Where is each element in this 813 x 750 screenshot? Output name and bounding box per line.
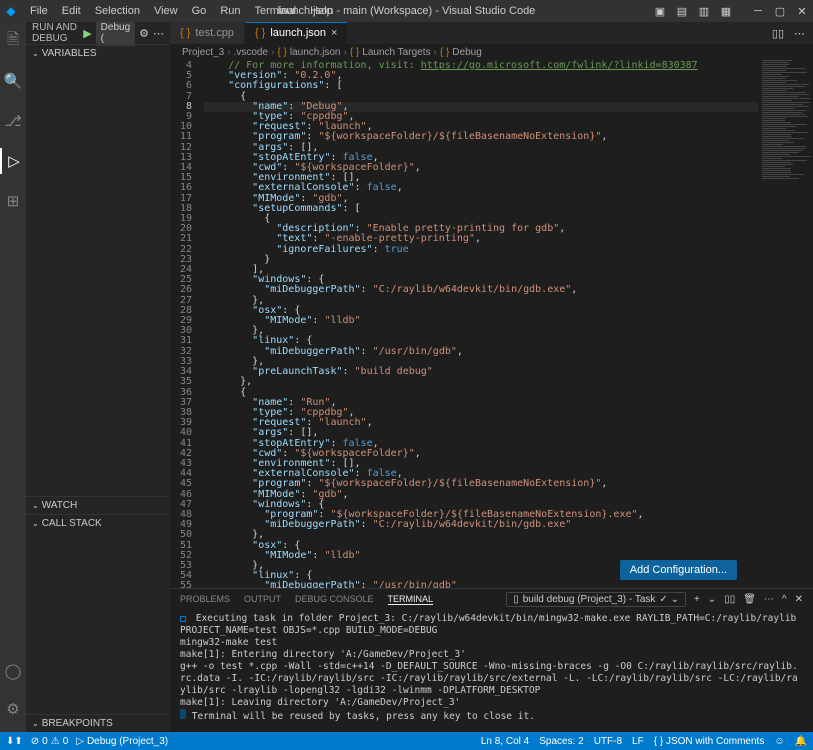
layout-sidebar-left-icon[interactable]: ▣	[649, 0, 671, 22]
breadcrumb-icon: { }	[277, 47, 286, 58]
panel-tab-output[interactable]: OUTPUT	[244, 594, 281, 604]
breadcrumb-item[interactable]: Launch Targets	[362, 47, 430, 58]
breakpoints-section[interactable]: ⌄BREAKPOINTS	[26, 715, 170, 732]
breadcrumb-item[interactable]: Project_3	[182, 47, 224, 58]
close-button[interactable]: ✕	[791, 0, 813, 22]
breadcrumb-item[interactable]: Debug	[452, 47, 481, 58]
close-panel-icon[interactable]: ✕	[795, 594, 803, 605]
cursor-position[interactable]: Ln 8, Col 4	[481, 736, 529, 747]
more-actions-icon[interactable]: ⋯	[153, 27, 164, 40]
menu-selection[interactable]: Selection	[89, 3, 146, 19]
search-icon[interactable]: 🔍	[0, 68, 26, 94]
editor-tabs: { }test.cpp{ }launch.json× ▯▯ ⋯	[170, 22, 813, 44]
editor-more-icon[interactable]: ⋯	[794, 27, 805, 40]
split-terminal-icon[interactable]: ▯▯	[724, 594, 735, 605]
accounts-icon[interactable]: ◯	[0, 658, 26, 684]
close-tab-icon[interactable]: ×	[331, 27, 337, 39]
kill-terminal-icon[interactable]: 🗑	[743, 594, 756, 605]
layout-customize-icon[interactable]: ▦	[715, 0, 737, 22]
layout-sidebar-right-icon[interactable]: ▥	[693, 0, 715, 22]
sidebar-title: RUN AND DEBUG	[32, 22, 83, 44]
debug-target[interactable]: ▷ Debug (Project_3)	[76, 736, 168, 747]
minimap[interactable]	[758, 60, 813, 588]
breadcrumbs[interactable]: Project_3›.vscode›{ }launch.json›{ }Laun…	[170, 44, 813, 60]
tab-test-cpp[interactable]: { }test.cpp	[170, 22, 245, 44]
file-icon: { }	[180, 27, 190, 39]
settings-gear-icon[interactable]: ⚙	[0, 696, 26, 722]
eol[interactable]: LF	[632, 736, 644, 747]
language-mode[interactable]: { } JSON with Comments	[654, 736, 765, 747]
status-bar: ⬇⬆ ⊘ 0 ⚠ 0 ▷ Debug (Project_3) Ln 8, Col…	[0, 732, 813, 750]
code-editor[interactable]: 4567891011121314151617181920212223242526…	[170, 60, 813, 588]
breadcrumb-icon: { }	[440, 47, 449, 58]
config-gear-icon[interactable]: ⚙	[139, 27, 149, 40]
debug-config-select[interactable]: Debug (	[96, 20, 135, 46]
notifications-icon[interactable]: 🔔	[795, 736, 807, 747]
remote-indicator[interactable]: ⬇⬆	[6, 736, 23, 747]
maximize-panel-icon[interactable]: ^	[782, 594, 787, 605]
terminal-task-select[interactable]: ▯ build debug (Project_3) - Task ✓ ⌄	[506, 592, 686, 607]
minimize-button[interactable]: ─	[747, 0, 769, 22]
menu-go[interactable]: Go	[186, 3, 213, 19]
bottom-panel: PROBLEMS OUTPUT DEBUG CONSOLE TERMINAL ▯ bu…	[170, 588, 813, 732]
panel-tab-problems[interactable]: PROBLEMS	[180, 594, 230, 604]
debug-sidebar: RUN AND DEBUG ▶ Debug ( ⚙ ⋯ ⌄VARIABLES ⌄…	[26, 22, 170, 732]
watch-section[interactable]: ⌄WATCH	[26, 497, 170, 514]
run-debug-icon[interactable]: ▷	[0, 148, 26, 174]
panel-tab-debug-console[interactable]: DEBUG CONSOLE	[295, 594, 374, 604]
callstack-section[interactable]: ⌄CALL STACK	[26, 515, 170, 532]
vscode-logo: ◆	[0, 4, 22, 18]
activity-bar: 🗎 🔍 ⎇ ▷ ⊞ ◯ ⚙	[0, 22, 26, 732]
encoding[interactable]: UTF-8	[594, 736, 622, 747]
menu-file[interactable]: File	[24, 3, 54, 19]
breadcrumb-item[interactable]: launch.json	[290, 47, 341, 58]
extensions-icon[interactable]: ⊞	[0, 188, 26, 214]
terminal-output[interactable]: Executing task in folder Project_3: C:/r…	[170, 609, 813, 732]
breadcrumb-item[interactable]: .vscode	[234, 47, 268, 58]
panel-more-icon[interactable]: ⋯	[764, 594, 774, 605]
layout-panel-icon[interactable]: ▤	[671, 0, 693, 22]
window-title: launch.json - main (Workspace) - Visual …	[278, 5, 536, 17]
menu-view[interactable]: View	[148, 3, 184, 19]
feedback-icon[interactable]: ☺	[774, 736, 784, 747]
explorer-icon[interactable]: 🗎	[0, 28, 26, 54]
menu-edit[interactable]: Edit	[56, 3, 87, 19]
add-configuration-button[interactable]: Add Configuration...	[620, 560, 737, 580]
file-icon: { }	[255, 27, 265, 39]
split-editor-icon[interactable]: ▯▯	[772, 27, 784, 40]
maximize-button[interactable]: ▢	[769, 0, 791, 22]
problems-indicator[interactable]: ⊘ 0 ⚠ 0	[31, 736, 68, 747]
panel-tab-terminal[interactable]: TERMINAL	[388, 594, 434, 605]
menu-run[interactable]: Run	[214, 3, 246, 19]
new-terminal-icon[interactable]: +	[694, 594, 700, 605]
variables-section[interactable]: ⌄VARIABLES	[26, 45, 170, 62]
breadcrumb-icon: { }	[350, 47, 359, 58]
start-debug-button[interactable]: ▶	[83, 27, 91, 40]
titlebar: ◆ FileEditSelectionViewGoRunTerminalHelp…	[0, 0, 813, 22]
source-control-icon[interactable]: ⎇	[0, 108, 26, 134]
tab-launch-json[interactable]: { }launch.json×	[245, 22, 349, 44]
indent-spaces[interactable]: Spaces: 2	[539, 736, 583, 747]
terminal-dropdown-icon[interactable]: ⌄	[708, 594, 716, 605]
